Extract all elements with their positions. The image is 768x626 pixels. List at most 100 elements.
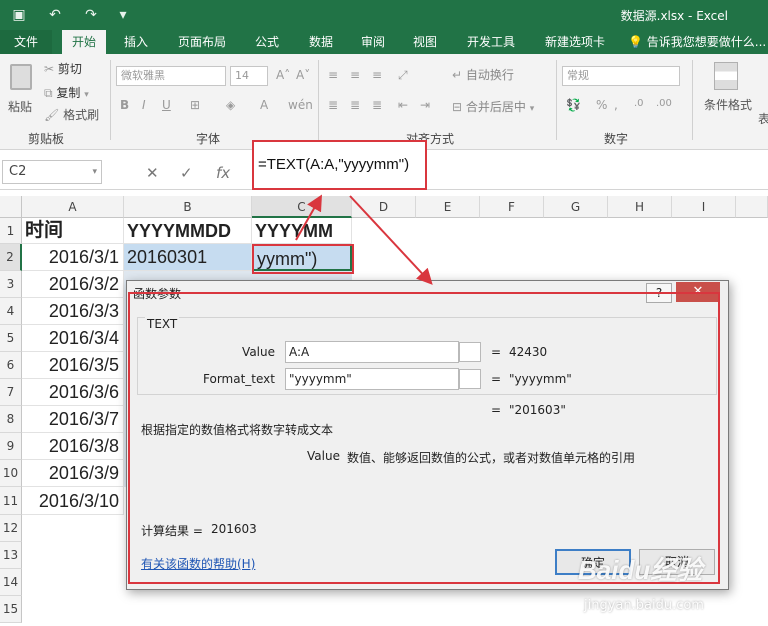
- row-header[interactable]: 10: [0, 460, 22, 487]
- align-middle-icon[interactable]: ≡: [350, 68, 360, 82]
- align-center-icon[interactable]: ≣: [350, 98, 360, 112]
- row-header[interactable]: 6: [0, 352, 22, 379]
- grow-font-icon[interactable]: A˄: [276, 68, 290, 82]
- conditional-format-button[interactable]: 条件格式: [700, 58, 760, 118]
- tab-formulas[interactable]: 公式: [246, 30, 288, 54]
- column-header[interactable]: H: [608, 196, 672, 218]
- header-cell[interactable]: 时间: [22, 218, 124, 244]
- value-arg-input[interactable]: A:A: [285, 341, 459, 363]
- cut-button[interactable]: ✂ 剪切: [44, 60, 82, 77]
- comma-icon[interactable]: ,: [614, 98, 618, 112]
- row-header[interactable]: 14: [0, 569, 22, 596]
- column-header[interactable]: C: [252, 196, 352, 218]
- paste-button[interactable]: 粘贴: [6, 60, 38, 120]
- row-header[interactable]: 1: [0, 218, 22, 244]
- tab-data[interactable]: 数据: [300, 30, 342, 54]
- formula-input[interactable]: =TEXT(A:A,"yyyymm"): [252, 140, 427, 190]
- date-cell[interactable]: 2016/3/1: [22, 244, 124, 271]
- insert-function-icon[interactable]: fx: [216, 164, 230, 182]
- row-header[interactable]: 11: [0, 487, 22, 515]
- column-header[interactable]: G: [544, 196, 608, 218]
- merge-center-button[interactable]: ⊟ 合并后居中 ▾: [452, 98, 534, 115]
- number-format-select[interactable]: 常规: [562, 66, 680, 86]
- b2-cell[interactable]: 20160301: [124, 244, 252, 271]
- bold-icon[interactable]: B: [120, 98, 129, 112]
- row-header[interactable]: 9: [0, 433, 22, 460]
- orientation-icon[interactable]: ⤢: [398, 68, 408, 83]
- increase-indent-icon[interactable]: ⇥: [420, 98, 430, 112]
- date-cell[interactable]: 2016/3/10: [22, 487, 124, 515]
- column-header[interactable]: D: [352, 196, 416, 218]
- font-name-select[interactable]: 微软雅黑: [116, 66, 226, 86]
- date-cell[interactable]: 2016/3/4: [22, 325, 124, 352]
- column-header[interactable]: [736, 196, 768, 218]
- font-color-icon[interactable]: A: [260, 98, 268, 112]
- cancel-icon[interactable]: ✕: [146, 164, 159, 182]
- row-header[interactable]: 7: [0, 379, 22, 406]
- select-all-corner[interactable]: [0, 196, 22, 218]
- row-header[interactable]: 15: [0, 596, 22, 623]
- date-cell[interactable]: 2016/3/9: [22, 460, 124, 487]
- fill-color-icon[interactable]: ◈: [226, 98, 235, 112]
- align-bottom-icon[interactable]: ≡: [372, 68, 382, 82]
- italic-icon[interactable]: I: [142, 98, 146, 112]
- font-size-select[interactable]: 14: [230, 66, 268, 86]
- column-header[interactable]: B: [124, 196, 252, 218]
- column-header[interactable]: A: [22, 196, 124, 218]
- row-header[interactable]: 13: [0, 542, 22, 569]
- header-cell[interactable]: YYYYMMDD: [124, 218, 252, 244]
- column-header[interactable]: I: [672, 196, 736, 218]
- currency-icon[interactable]: 💱: [566, 98, 581, 112]
- function-help-link[interactable]: 有关该函数的帮助(H): [141, 555, 255, 572]
- c2-active-cell[interactable]: yymm"): [252, 244, 352, 271]
- align-left-icon[interactable]: ≣: [328, 98, 338, 112]
- shrink-font-icon[interactable]: A˅: [296, 68, 310, 82]
- enter-icon[interactable]: ✓: [180, 164, 193, 182]
- tab-home[interactable]: 开始: [62, 30, 106, 54]
- tab-new[interactable]: 新建选项卡: [536, 30, 614, 54]
- tell-me-search[interactable]: 💡 告诉我您想要做什么...: [628, 30, 768, 54]
- align-top-icon[interactable]: ≡: [328, 68, 338, 82]
- copy-button[interactable]: ⧉ 复制 ▾: [44, 84, 89, 101]
- underline-icon[interactable]: U: [162, 98, 171, 112]
- name-box[interactable]: C2 ▾: [2, 160, 102, 184]
- row-header[interactable]: 5: [0, 325, 22, 352]
- row-header[interactable]: 3: [0, 271, 22, 298]
- format-text-arg-input[interactable]: "yyyymm": [285, 368, 459, 390]
- tab-view[interactable]: 视图: [404, 30, 446, 54]
- percent-icon[interactable]: %: [596, 98, 607, 112]
- range-picker-icon[interactable]: [459, 342, 481, 362]
- close-button[interactable]: ✕: [676, 282, 720, 302]
- help-button[interactable]: ?: [646, 283, 672, 303]
- row-header[interactable]: 8: [0, 406, 22, 433]
- column-header[interactable]: E: [416, 196, 480, 218]
- row-header[interactable]: 12: [0, 515, 22, 542]
- paste-label: 粘贴: [8, 100, 33, 114]
- date-cell[interactable]: 2016/3/7: [22, 406, 124, 433]
- row-header[interactable]: 2: [0, 244, 22, 271]
- decrease-indent-icon[interactable]: ⇤: [398, 98, 408, 112]
- range-picker-icon[interactable]: [459, 369, 481, 389]
- row-header[interactable]: 4: [0, 298, 22, 325]
- border-icon[interactable]: ⊞: [190, 98, 200, 112]
- tab-page-layout[interactable]: 页面布局: [170, 30, 234, 54]
- wrap-text-button[interactable]: ↵ 自动换行: [452, 66, 514, 83]
- increase-decimal-icon[interactable]: .0: [634, 98, 644, 109]
- lightbulb-icon: 💡: [628, 35, 643, 49]
- tab-developer[interactable]: 开发工具: [458, 30, 524, 54]
- tab-insert[interactable]: 插入: [114, 30, 158, 54]
- phonetic-icon[interactable]: wén: [288, 98, 313, 112]
- column-header[interactable]: F: [480, 196, 544, 218]
- align-right-icon[interactable]: ≣: [372, 98, 382, 112]
- tab-file[interactable]: 文件: [0, 30, 52, 54]
- header-cell[interactable]: YYYYMM: [252, 218, 352, 244]
- date-cell[interactable]: 2016/3/6: [22, 379, 124, 406]
- date-cell[interactable]: 2016/3/8: [22, 433, 124, 460]
- date-cell[interactable]: 2016/3/2: [22, 271, 124, 298]
- date-cell[interactable]: 2016/3/3: [22, 298, 124, 325]
- format-painter-button[interactable]: 🖌 格式刷: [44, 106, 99, 123]
- function-arguments-dialog: 函数参数 ? ✕ TEXT Value A:A = 42430 Format_t…: [126, 280, 729, 590]
- decrease-decimal-icon[interactable]: .00: [656, 98, 672, 109]
- tab-review[interactable]: 审阅: [352, 30, 394, 54]
- date-cell[interactable]: 2016/3/5: [22, 352, 124, 379]
